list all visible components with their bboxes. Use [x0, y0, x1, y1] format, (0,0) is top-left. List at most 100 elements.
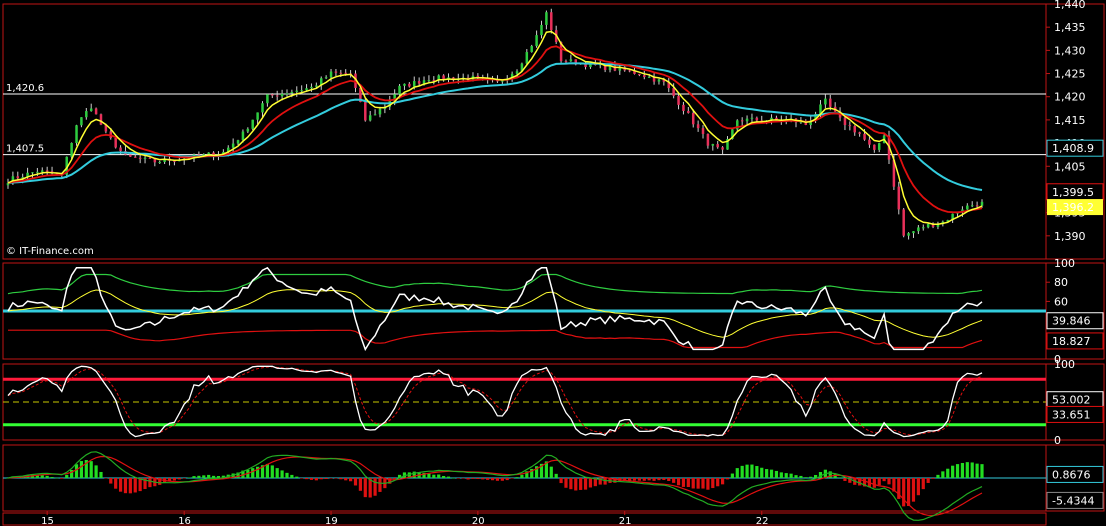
candle-body[interactable] — [231, 143, 235, 148]
candle-body[interactable] — [975, 205, 979, 207]
candle-body[interactable] — [148, 157, 152, 159]
candle-body[interactable] — [926, 223, 930, 228]
trading-chart[interactable]: 1,420.6 1,407.5 1,440 1,435 1,430 1,425 1,420… — [0, 0, 1106, 526]
candle-body[interactable] — [672, 88, 675, 96]
candle-body[interactable] — [657, 79, 661, 82]
candle-body[interactable] — [207, 152, 210, 155]
candle-body[interactable] — [280, 93, 284, 97]
candle-body[interactable] — [89, 108, 93, 112]
candle-body[interactable] — [378, 108, 382, 115]
candle-body[interactable] — [41, 170, 44, 172]
candle-body[interactable] — [94, 108, 98, 115]
candle-body[interactable] — [564, 61, 568, 63]
candle-body[interactable] — [691, 112, 695, 125]
candle-body[interactable] — [863, 133, 866, 140]
candle-body[interactable] — [843, 117, 847, 126]
candle-body[interactable] — [31, 172, 34, 174]
candle-body[interactable] — [251, 119, 254, 129]
candle-body[interactable] — [535, 35, 538, 47]
candle-body[interactable] — [408, 83, 411, 87]
candle-body[interactable] — [682, 104, 685, 111]
candle-body[interactable] — [344, 72, 347, 74]
candle-body[interactable] — [417, 81, 421, 84]
candle-body[interactable] — [80, 117, 83, 126]
candle-body[interactable] — [721, 147, 724, 150]
candle-body[interactable] — [114, 137, 117, 148]
candle-body[interactable] — [334, 71, 338, 73]
candle-body[interactable] — [310, 86, 313, 89]
candle-body[interactable] — [290, 91, 294, 94]
candle-body[interactable] — [917, 227, 920, 232]
candle-body[interactable] — [628, 70, 631, 72]
candle-body[interactable] — [398, 85, 401, 95]
candle-body[interactable] — [427, 80, 431, 82]
candle-body[interactable] — [755, 117, 759, 121]
candle-body[interactable] — [99, 114, 103, 125]
candle-body[interactable] — [970, 205, 974, 207]
candle-body[interactable] — [647, 76, 651, 78]
candle-body[interactable] — [696, 124, 700, 129]
candle-body[interactable] — [829, 98, 832, 107]
candle-body[interactable] — [824, 98, 827, 105]
candle-body[interactable] — [246, 128, 250, 132]
candle-body[interactable] — [256, 112, 259, 120]
candle-body[interactable] — [476, 75, 480, 77]
candle-body[interactable] — [687, 110, 690, 113]
candle-body[interactable] — [530, 46, 533, 53]
candle-body[interactable] — [907, 233, 910, 236]
candle-body[interactable] — [412, 81, 416, 87]
candle-body[interactable] — [711, 144, 715, 146]
candle-body[interactable] — [525, 52, 529, 64]
candle-body[interactable] — [119, 147, 122, 152]
candle-body[interactable] — [922, 227, 925, 229]
candle-body[interactable] — [638, 73, 641, 76]
candle-body[interactable] — [285, 93, 289, 95]
candle-body[interactable] — [16, 176, 20, 179]
candle-body[interactable] — [339, 72, 343, 74]
candle-body[interactable] — [853, 126, 856, 133]
candle-body[interactable] — [261, 103, 264, 113]
candle-body[interactable] — [36, 171, 39, 173]
candle-body[interactable] — [324, 77, 328, 79]
candle-body[interactable] — [45, 170, 49, 172]
candle-body[interactable] — [364, 102, 367, 121]
candle-body[interactable] — [70, 142, 73, 157]
candle-body[interactable] — [158, 161, 161, 163]
candle-body[interactable] — [912, 231, 915, 234]
candle-body[interactable] — [701, 128, 705, 134]
candle-body[interactable] — [129, 154, 132, 157]
candle-body[interactable] — [677, 95, 680, 105]
candle-body[interactable] — [515, 71, 519, 74]
candle-body[interactable] — [75, 125, 78, 143]
candle-body[interactable] — [873, 144, 876, 150]
candle-body[interactable] — [305, 88, 308, 91]
candle-body[interactable] — [85, 111, 88, 118]
candle-body[interactable] — [295, 90, 299, 92]
candle-body[interactable] — [329, 71, 333, 78]
candle-body[interactable] — [275, 95, 279, 97]
candle-body[interactable] — [300, 90, 303, 92]
candle-body[interactable] — [138, 157, 142, 159]
candle-body[interactable] — [643, 75, 646, 78]
candle-body[interactable] — [266, 94, 269, 104]
candle-body[interactable] — [373, 114, 377, 116]
candle-body[interactable] — [848, 125, 852, 127]
candle-body[interactable] — [403, 83, 406, 86]
candle-body[interactable] — [877, 143, 881, 150]
candle-body[interactable] — [236, 140, 240, 144]
candle-body[interactable] — [315, 85, 318, 87]
candle-body[interactable] — [750, 117, 754, 119]
candle-body[interactable] — [966, 205, 969, 210]
candle-body[interactable] — [716, 144, 719, 148]
candle-body[interactable] — [545, 12, 548, 25]
candle-body[interactable] — [858, 132, 861, 134]
candle-body[interactable] — [271, 94, 274, 96]
candle-body[interactable] — [134, 156, 137, 158]
candle-body[interactable] — [980, 201, 984, 206]
candle-body[interactable] — [897, 186, 901, 210]
candle-body[interactable] — [902, 209, 905, 236]
candle-body[interactable] — [740, 120, 744, 122]
candle-body[interactable] — [540, 24, 543, 36]
candle-body[interactable] — [550, 12, 553, 31]
candle-body[interactable] — [241, 131, 245, 141]
